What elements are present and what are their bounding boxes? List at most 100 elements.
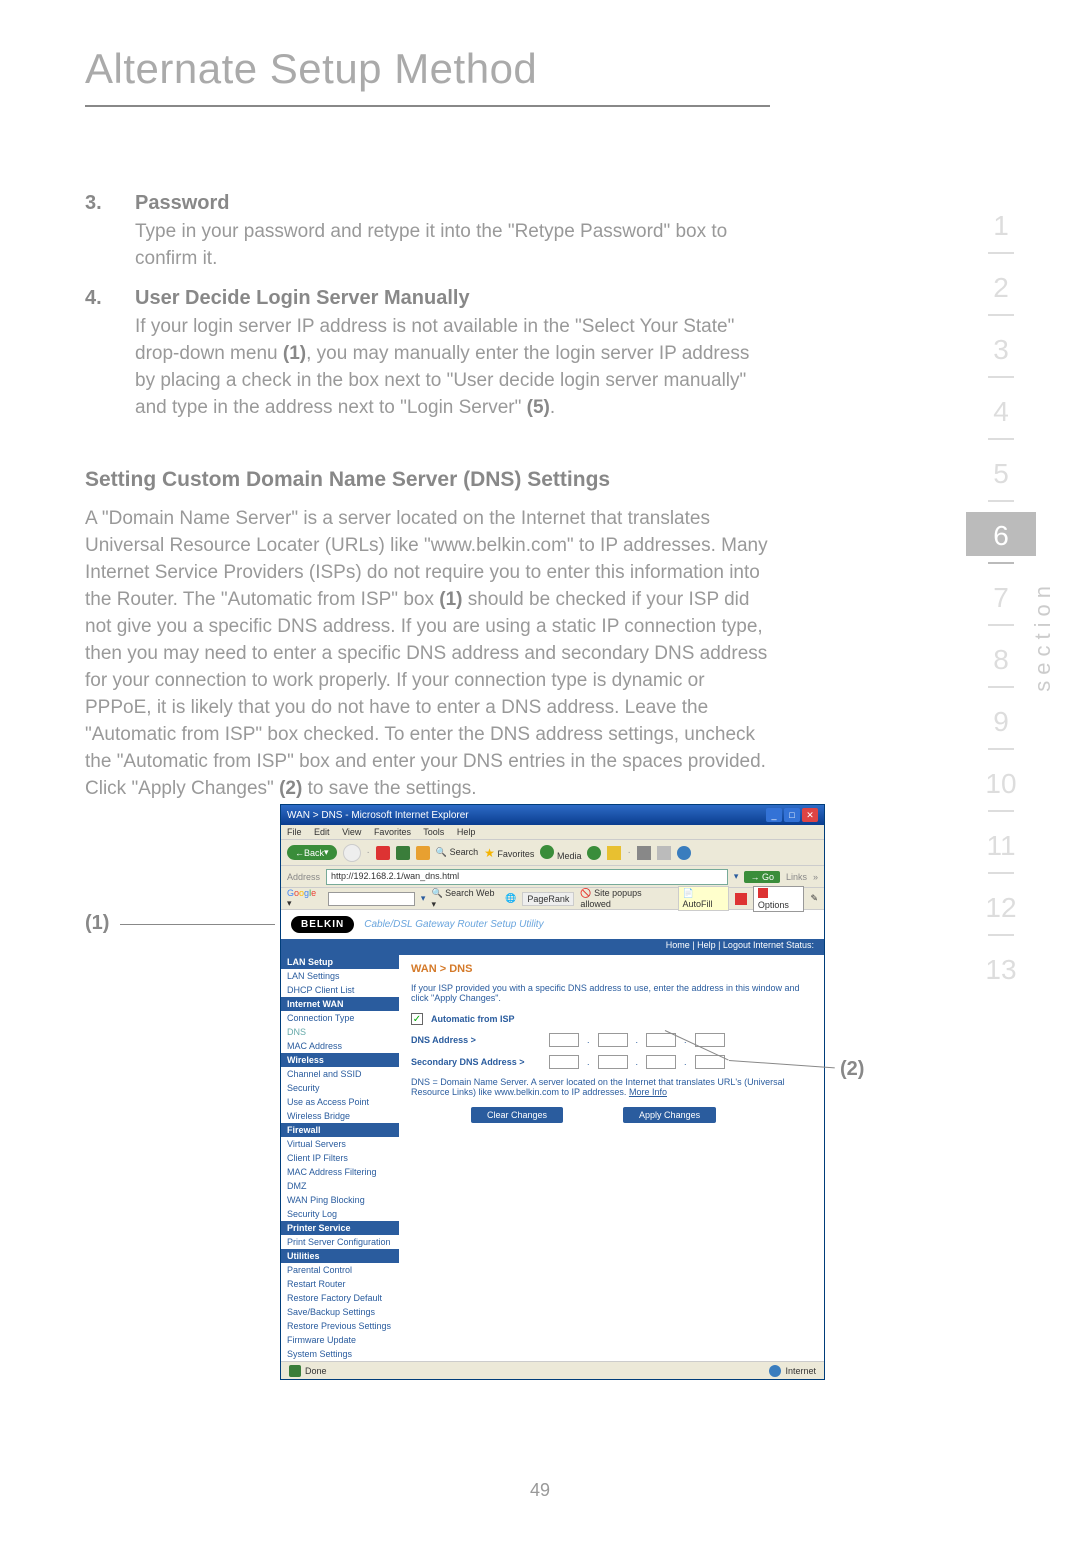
tab-7[interactable]: 7	[966, 574, 1036, 618]
ie-toolbar: ← Back ▾ · 🔍 Search ★ Favorites Media ·	[281, 840, 824, 866]
stop-icon[interactable]	[376, 846, 390, 860]
dns-address-label: DNS Address >	[411, 1035, 541, 1045]
sec-dns-octet-2[interactable]	[598, 1055, 628, 1069]
edit-icon[interactable]	[657, 846, 671, 860]
google-news-icon[interactable]: 🌐	[505, 893, 516, 904]
google-search-input[interactable]	[328, 892, 415, 906]
search-button[interactable]: 🔍 Search	[436, 847, 478, 858]
tab-10[interactable]: 10	[966, 760, 1036, 804]
nav-restore-factory[interactable]: Restore Factory Default	[281, 1291, 399, 1305]
google-popup-blocker[interactable]: 🚫 Site popups allowed	[580, 888, 671, 909]
nav-restore-prev[interactable]: Restore Previous Settings	[281, 1319, 399, 1333]
dns-octet-1[interactable]	[549, 1033, 579, 1047]
print-icon[interactable]	[637, 846, 651, 860]
nav-mac-address[interactable]: MAC Address	[281, 1039, 399, 1053]
menu-help[interactable]: Help	[457, 827, 476, 837]
menu-edit[interactable]: Edit	[314, 827, 330, 837]
callout-line	[120, 924, 275, 925]
google-autofill[interactable]: 📄 AutoFill	[678, 886, 730, 911]
menu-tools[interactable]: Tools	[423, 827, 444, 837]
media-button[interactable]: Media	[540, 845, 581, 861]
sec-dns-octet-1[interactable]	[549, 1055, 579, 1069]
tab-5[interactable]: 5	[966, 450, 1036, 494]
auto-isp-checkbox[interactable]: ✓	[411, 1013, 423, 1025]
nav-use-ap[interactable]: Use as Access Point	[281, 1095, 399, 1109]
callout-2: (2)	[840, 1058, 864, 1081]
favorites-button[interactable]: ★ Favorites	[484, 846, 534, 860]
nav-print-server[interactable]: Print Server Configuration	[281, 1235, 399, 1249]
done-icon	[289, 1365, 301, 1377]
page-title: Alternate Setup Method	[0, 0, 1080, 105]
dns-octet-3[interactable]	[646, 1033, 676, 1047]
tab-9[interactable]: 9	[966, 698, 1036, 742]
page-number: 49	[0, 1480, 1080, 1501]
google-logo[interactable]: Google ▾	[287, 888, 322, 909]
minimize-icon[interactable]: _	[766, 808, 782, 822]
sec-dns-octet-3[interactable]	[646, 1055, 676, 1069]
discuss-icon[interactable]	[677, 846, 691, 860]
internet-icon	[769, 1365, 781, 1377]
nav-client-ip[interactable]: Client IP Filters	[281, 1151, 399, 1165]
address-input[interactable]: http://192.168.2.1/wan_dns.html	[326, 869, 728, 885]
google-blocked-icon[interactable]	[735, 893, 747, 905]
go-button[interactable]: → Go	[744, 871, 780, 883]
tab-3[interactable]: 3	[966, 326, 1036, 370]
nav-lan-settings[interactable]: LAN Settings	[281, 969, 399, 983]
nav-security-log[interactable]: Security Log	[281, 1207, 399, 1221]
section-heading: Setting Custom Domain Name Server (DNS) …	[85, 468, 770, 492]
window-title: WAN > DNS - Microsoft Internet Explorer	[287, 810, 469, 821]
nav-wan-ping[interactable]: WAN Ping Blocking	[281, 1193, 399, 1207]
nav-virtual-servers[interactable]: Virtual Servers	[281, 1137, 399, 1151]
status-done-text: Done	[305, 1366, 327, 1376]
mail-icon[interactable]	[607, 846, 621, 860]
nav-wireless-bridge[interactable]: Wireless Bridge	[281, 1109, 399, 1123]
nav-connection-type[interactable]: Connection Type	[281, 1011, 399, 1025]
router-note: DNS = Domain Name Server. A server locat…	[411, 1077, 812, 1097]
refresh-icon[interactable]	[396, 846, 410, 860]
nav-dmz[interactable]: DMZ	[281, 1179, 399, 1193]
more-info-link[interactable]: More Info	[629, 1087, 667, 1097]
google-highlight-icon[interactable]: ✎	[810, 893, 818, 904]
home-icon[interactable]	[416, 846, 430, 860]
forward-button[interactable]	[343, 844, 361, 862]
tab-11[interactable]: 11	[966, 822, 1036, 866]
nav-restart[interactable]: Restart Router	[281, 1277, 399, 1291]
address-label: Address	[287, 872, 320, 882]
list-item-3: 3. Password Type in your password and re…	[85, 192, 770, 273]
google-pagerank[interactable]: PageRank	[522, 892, 574, 906]
nav-system[interactable]: System Settings	[281, 1347, 399, 1361]
tab-4[interactable]: 4	[966, 388, 1036, 432]
tab-8[interactable]: 8	[966, 636, 1036, 680]
dns-octet-2[interactable]	[598, 1033, 628, 1047]
ie-statusbar: Done Internet	[281, 1361, 824, 1379]
nav-security[interactable]: Security	[281, 1081, 399, 1095]
maximize-icon[interactable]: □	[784, 808, 800, 822]
nav-dhcp-client[interactable]: DHCP Client List	[281, 983, 399, 997]
auto-isp-label: Automatic from ISP	[431, 1014, 515, 1024]
google-options[interactable]: Options	[753, 886, 805, 912]
tab-2[interactable]: 2	[966, 264, 1036, 308]
history-icon[interactable]	[587, 846, 601, 860]
nav-firmware[interactable]: Firmware Update	[281, 1333, 399, 1347]
close-icon[interactable]: ✕	[802, 808, 818, 822]
back-button[interactable]: ← Back ▾	[287, 845, 337, 860]
item-heading: Password	[135, 192, 770, 215]
nav-dns[interactable]: DNS	[281, 1025, 399, 1039]
sec-dns-octet-4[interactable]	[695, 1055, 725, 1069]
apply-changes-button[interactable]: Apply Changes	[623, 1107, 716, 1123]
tab-12[interactable]: 12	[966, 884, 1036, 928]
clear-changes-button[interactable]: Clear Changes	[471, 1107, 563, 1123]
menu-view[interactable]: View	[342, 827, 361, 837]
menu-favorites[interactable]: Favorites	[374, 827, 411, 837]
nav-mac-filtering[interactable]: MAC Address Filtering	[281, 1165, 399, 1179]
tab-6[interactable]: 6	[966, 512, 1036, 556]
nav-parental[interactable]: Parental Control	[281, 1263, 399, 1277]
links-label[interactable]: Links	[786, 872, 807, 882]
google-search-button[interactable]: 🔍 Search Web ▾	[431, 888, 499, 910]
menu-file[interactable]: File	[287, 827, 302, 837]
google-toolbar: Google ▾ ▾ 🔍 Search Web ▾ 🌐 PageRank 🚫 S…	[281, 888, 824, 910]
nav-save-backup[interactable]: Save/Backup Settings	[281, 1305, 399, 1319]
nav-channel-ssid[interactable]: Channel and SSID	[281, 1067, 399, 1081]
tab-13[interactable]: 13	[966, 946, 1036, 990]
tab-1[interactable]: 1	[966, 202, 1036, 246]
